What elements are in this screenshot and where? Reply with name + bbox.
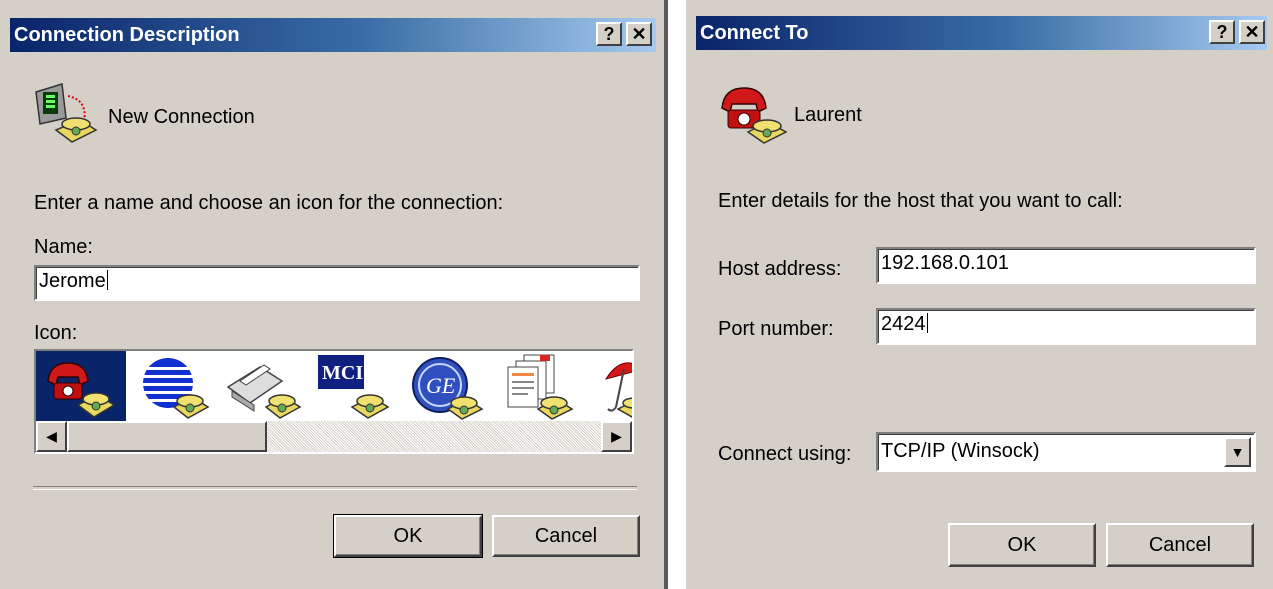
connect-using-value: TCP/IP (Winsock) bbox=[881, 440, 1040, 462]
connect-using-select[interactable]: TCP/IP (Winsock) ▼ bbox=[876, 432, 1256, 472]
connection-name-heading: New Connection bbox=[108, 106, 255, 128]
icon-horizontal-scrollbar[interactable]: ◀ ▶ bbox=[36, 421, 632, 452]
name-value: Jerome bbox=[39, 270, 106, 292]
icon-label: Icon: bbox=[34, 322, 78, 344]
scroll-right-button[interactable]: ▶ bbox=[601, 421, 632, 452]
instruction-text: Enter a name and choose an icon for the … bbox=[34, 192, 504, 214]
cancel-button[interactable]: Cancel bbox=[492, 515, 640, 557]
host-address-value: 192.168.0.101 bbox=[881, 252, 1009, 274]
port-number-value: 2424 bbox=[881, 313, 926, 335]
fax-phone-icon[interactable] bbox=[220, 351, 310, 421]
connect-to-dialog: Connect To ? ✕ Laurent Enter details for… bbox=[686, 0, 1273, 589]
connection-name-heading: Laurent bbox=[794, 104, 862, 126]
host-address-label: Host address: bbox=[718, 258, 842, 280]
chevron-down-icon[interactable]: ▼ bbox=[1224, 437, 1251, 467]
name-label: Name: bbox=[34, 236, 93, 258]
help-button[interactable]: ? bbox=[1209, 20, 1235, 44]
help-button[interactable]: ? bbox=[596, 22, 622, 46]
connection-description-dialog: Connection Description ? ✕ New Connectio… bbox=[0, 0, 668, 589]
title-bar[interactable]: Connect To ? ✕ bbox=[696, 16, 1267, 50]
port-number-label: Port number: bbox=[718, 318, 834, 340]
red-phone-icon[interactable] bbox=[36, 351, 126, 421]
red-phone-icon bbox=[721, 87, 788, 144]
scroll-thumb[interactable] bbox=[67, 421, 267, 452]
svg-text:MCI: MCI bbox=[322, 362, 363, 384]
port-number-input[interactable]: 2424 bbox=[876, 308, 1256, 345]
mci-phone-icon[interactable]: MCI bbox=[312, 351, 402, 421]
ge-phone-icon[interactable]: GE bbox=[404, 351, 494, 421]
instruction-text: Enter details for the host that you want… bbox=[718, 190, 1123, 212]
scroll-left-button[interactable]: ◀ bbox=[36, 421, 67, 452]
svg-text:GE: GE bbox=[426, 373, 456, 398]
title-bar[interactable]: Connection Description ? ✕ bbox=[10, 18, 656, 52]
ok-button[interactable]: OK bbox=[948, 523, 1096, 567]
connect-using-label: Connect using: bbox=[718, 443, 852, 465]
computer-phone-icon bbox=[35, 83, 98, 143]
icon-list[interactable]: MCI GE ◀ ▶ bbox=[34, 349, 634, 454]
close-button[interactable]: ✕ bbox=[1239, 20, 1265, 44]
globe-phone-icon[interactable] bbox=[128, 351, 218, 421]
name-input[interactable]: Jerome bbox=[34, 265, 640, 301]
cancel-button[interactable]: Cancel bbox=[1106, 523, 1254, 567]
close-button[interactable]: ✕ bbox=[626, 22, 652, 46]
umbrella-phone-icon[interactable] bbox=[576, 351, 632, 421]
ok-button[interactable]: OK bbox=[333, 514, 483, 558]
document-phone-icon[interactable] bbox=[496, 351, 586, 421]
dialog-title: Connection Description bbox=[14, 24, 240, 46]
host-address-input[interactable]: 192.168.0.101 bbox=[876, 247, 1256, 284]
separator bbox=[33, 486, 637, 490]
dialog-title: Connect To bbox=[700, 22, 809, 44]
